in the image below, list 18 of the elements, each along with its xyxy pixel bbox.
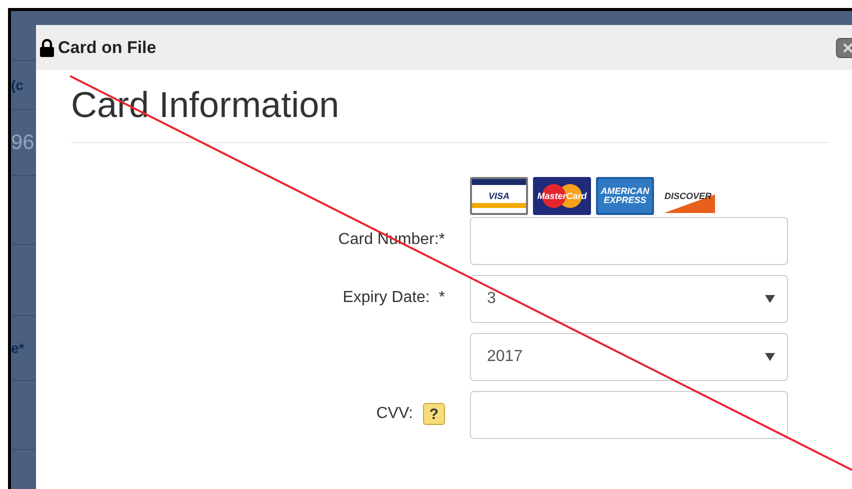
select-field[interactable]: 2017	[470, 333, 788, 381]
caret-icon	[765, 295, 775, 303]
help-badge[interactable]: ?	[423, 403, 445, 425]
field-label: CVV:	[376, 405, 413, 423]
background-text: e*	[11, 340, 24, 356]
card-logo: MasterCard	[533, 177, 591, 215]
select-field[interactable]: 3	[470, 275, 788, 323]
card-logo: AMERICAN EXPRESS	[596, 177, 654, 215]
background-text: 96	[11, 130, 34, 154]
close-icon	[843, 43, 852, 53]
background-text: (c	[11, 77, 24, 93]
field-label: Expiry Date: *	[342, 289, 445, 307]
lock-icon	[39, 38, 55, 56]
caret-icon	[765, 353, 775, 361]
input-field[interactable]	[470, 391, 788, 439]
dialog-title: Card on File	[58, 38, 156, 58]
input-field[interactable]	[470, 217, 788, 265]
card-logo: VISA	[470, 177, 528, 215]
